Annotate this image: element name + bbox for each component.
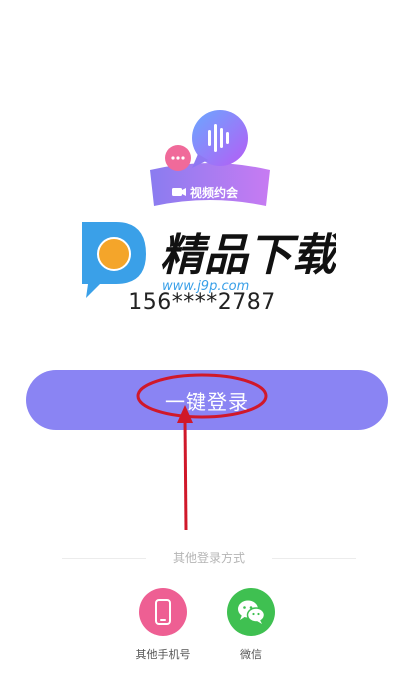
app-logo-label: 视频约会 (190, 185, 239, 200)
app-logo: 视频约会 (148, 108, 272, 212)
p-logo-icon (82, 222, 146, 298)
divider-line-left (62, 558, 146, 559)
wechat-icon (227, 588, 275, 636)
other-phone-login-button[interactable]: 其他手机号 (118, 588, 208, 668)
watermark-brand: 精品下载 (160, 230, 336, 281)
one-click-login-label: 一键登录 (165, 389, 249, 414)
divider-line-right (272, 558, 356, 559)
one-click-login-button[interactable]: 一键登录 (26, 370, 388, 430)
annotation-highlight (136, 373, 268, 531)
wechat-label: 微信 (240, 648, 262, 661)
mobile-phone-icon (139, 588, 187, 636)
other-methods-title: 其他登录方式 (172, 551, 245, 565)
login-screen: 视频约会 精品下载 www.j9p.com 156****2787 一键登录 其… (0, 0, 404, 689)
wechat-login-button[interactable]: 微信 (206, 588, 296, 668)
other-phone-label: 其他手机号 (135, 648, 191, 661)
other-methods-divider: 其他登录方式 (0, 548, 404, 568)
masked-phone-number: 156****2787 (128, 290, 276, 315)
